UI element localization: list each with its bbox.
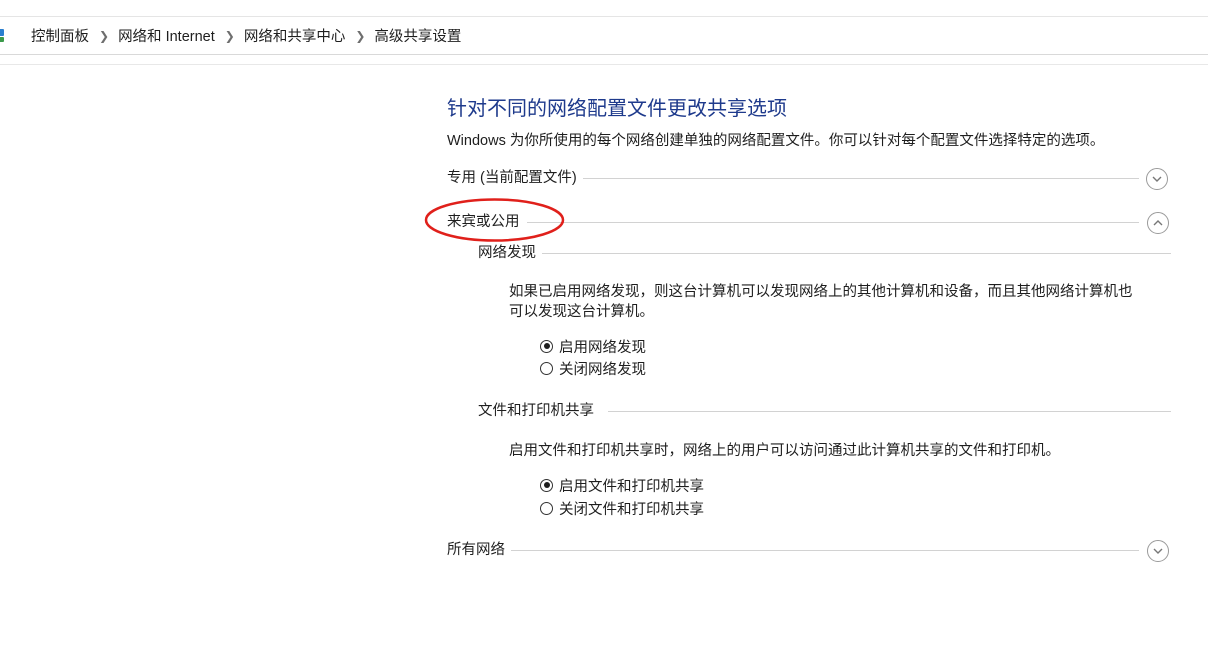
radio-label: 关闭文件和打印机共享 — [559, 501, 704, 518]
radio-file-sharing-on[interactable]: 启用文件和打印机共享 — [540, 475, 704, 495]
page-description: Windows 为你所使用的每个网络创建单独的网络配置文件。你可以针对每个配置文… — [447, 133, 1105, 149]
section-divider — [527, 222, 1139, 223]
expand-chevron-icon[interactable] — [1146, 168, 1168, 190]
radio-unchecked-icon[interactable] — [540, 501, 553, 515]
profile-private-header[interactable]: 专用 (当前配置文件) — [447, 167, 1171, 191]
expand-chevron-icon[interactable] — [1147, 540, 1169, 562]
radio-label: 启用文件和打印机共享 — [559, 478, 704, 495]
section-divider — [538, 253, 1171, 254]
radio-label: 关闭网络发现 — [559, 361, 646, 378]
section-divider — [577, 178, 1139, 179]
radio-network-discovery-on[interactable]: 启用网络发现 — [540, 336, 646, 356]
profile-guest-label: 来宾或公用 — [447, 211, 526, 233]
window-top-edge — [0, 0, 1208, 17]
page-title: 针对不同的网络配置文件更改共享选项 — [447, 98, 787, 120]
radio-network-discovery-off[interactable]: 关闭网络发现 — [540, 358, 646, 378]
control-panel-icon — [0, 29, 4, 42]
breadcrumb-control-panel[interactable]: 控制面板 — [31, 25, 89, 46]
radio-label: 启用网络发现 — [559, 339, 646, 356]
radio-checked-icon[interactable] — [540, 478, 553, 492]
toolbar-divider — [0, 64, 1208, 65]
section-divider — [507, 550, 1139, 551]
network-discovery-label: 网络发现 — [478, 242, 542, 264]
profile-guest-header[interactable]: 来宾或公用 — [447, 211, 1171, 235]
file-printer-sharing-label: 文件和打印机共享 — [478, 400, 600, 422]
file-printer-sharing-heading: 文件和打印机共享 — [478, 400, 1171, 422]
chevron-right-icon: ❯ — [355, 28, 366, 43]
breadcrumb-advanced-sharing[interactable]: 高级共享设置 — [374, 25, 461, 46]
chevron-right-icon: ❯ — [99, 28, 110, 43]
collapse-chevron-icon[interactable] — [1147, 212, 1169, 234]
profile-all-networks-header[interactable]: 所有网络 — [447, 539, 1171, 563]
radio-unchecked-icon[interactable] — [540, 361, 553, 375]
profile-private-label: 专用 (当前配置文件) — [447, 167, 583, 189]
network-discovery-description: 如果已启用网络发现，则这台计算机可以发现网络上的其他计算机和设备，而且其他网络计… — [509, 282, 1133, 322]
radio-checked-icon[interactable] — [540, 339, 553, 353]
description-line: 如果已启用网络发现，则这台计算机可以发现网络上的其他计算机和设备，而且其他网络计… — [509, 284, 1133, 300]
section-divider — [608, 411, 1171, 412]
profile-all-networks-label: 所有网络 — [447, 539, 511, 561]
radio-file-sharing-off[interactable]: 关闭文件和打印机共享 — [540, 498, 704, 518]
description-line: 可以发现这台计算机。 — [509, 304, 654, 320]
breadcrumb-network-sharing-center[interactable]: 网络和共享中心 — [244, 25, 346, 46]
breadcrumb-network-internet[interactable]: 网络和 Internet — [118, 25, 215, 46]
breadcrumb: 控制面板 ❯ 网络和 Internet ❯ 网络和共享中心 ❯ 高级共享设置 — [0, 17, 1208, 55]
network-discovery-heading: 网络发现 — [478, 242, 1171, 264]
file-printer-sharing-description: 启用文件和打印机共享时，网络上的用户可以访问通过此计算机共享的文件和打印机。 — [509, 443, 1060, 459]
chevron-right-icon: ❯ — [224, 28, 235, 43]
